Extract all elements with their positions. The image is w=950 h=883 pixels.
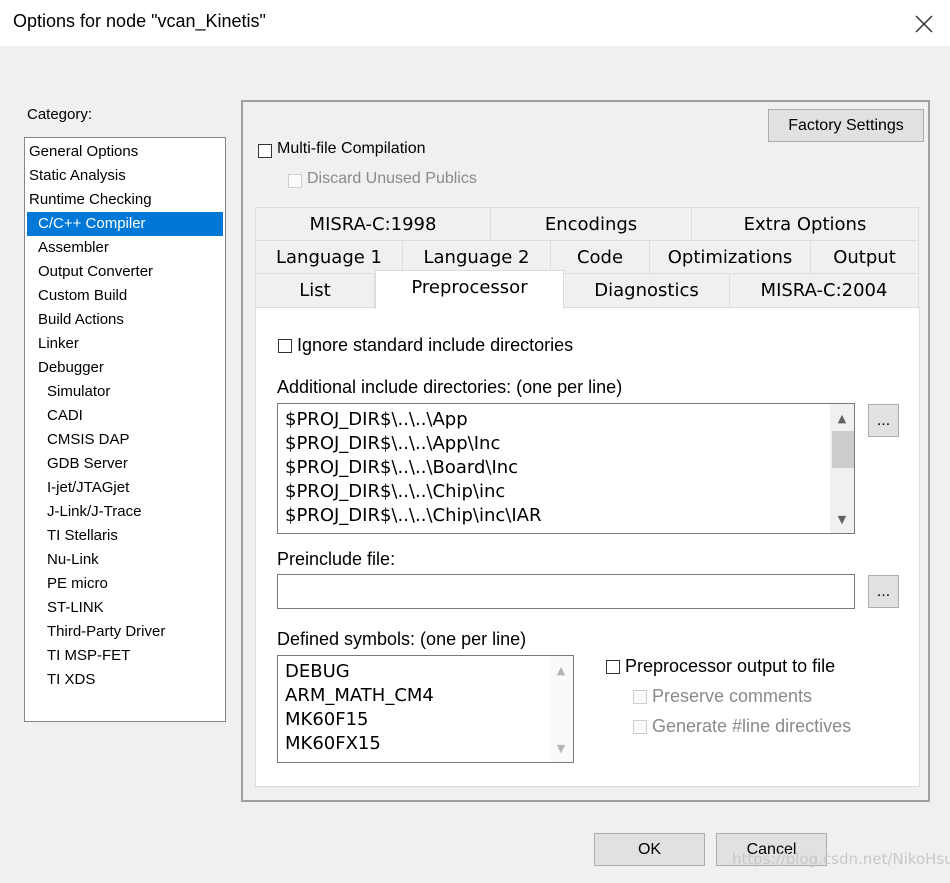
defined-symbol-line: MK60FX15: [285, 733, 381, 754]
factory-settings-button[interactable]: Factory Settings: [768, 109, 924, 142]
discard-unused-label: Discard Unused Publics: [307, 170, 477, 187]
category-item-cpp-compiler[interactable]: C/C++ Compiler: [27, 212, 223, 236]
defined-symbol-line: ARM_MATH_CM4: [285, 685, 434, 706]
watermark: https://blog.csdn.net/NikoHsu: [732, 850, 950, 868]
window-title: Options for node "vcan_Kinetis": [13, 11, 266, 31]
tab-extra-options[interactable]: Extra Options: [692, 207, 919, 241]
preserve-comments-checkbox[interactable]: [633, 690, 647, 704]
pp-output-checkbox[interactable]: [606, 660, 620, 674]
multi-file-label: Multi-file Compilation: [277, 140, 426, 157]
pp-output-label: Preprocessor output to file: [625, 656, 836, 676]
generate-line-label: Generate #line directives: [652, 716, 852, 736]
category-item-general-options[interactable]: General Options: [25, 140, 138, 164]
category-item-assembler[interactable]: Assembler: [34, 236, 109, 260]
include-dir-line: $PROJ_DIR$\..\..\Chip\inc: [285, 481, 506, 502]
category-item-cmsis-dap[interactable]: CMSIS DAP: [43, 428, 130, 452]
category-item-st-link[interactable]: ST-LINK: [43, 596, 104, 620]
ok-button[interactable]: OK: [594, 833, 705, 866]
category-item-debugger[interactable]: Debugger: [34, 356, 104, 380]
preserve-comments-label: Preserve comments: [652, 686, 813, 706]
generate-line-checkbox[interactable]: [633, 720, 647, 734]
scroll-down-icon[interactable]: ▼: [549, 738, 573, 758]
category-item-ijet[interactable]: I-jet/JTAGjet: [43, 476, 129, 500]
tab-optimizations[interactable]: Optimizations: [650, 241, 811, 274]
defined-symbols-listbox[interactable]: DEBUG ARM_MATH_CM4 MK60F15 MK60FX15 ▲ ▼: [277, 655, 574, 763]
defined-symbols-label: Defined symbols: (one per line): [277, 629, 527, 649]
include-dir-line: $PROJ_DIR$\..\..\Board\Inc: [285, 457, 519, 478]
category-list[interactable]: General Options Static Analysis Runtime …: [24, 137, 226, 722]
category-item-ti-msp-fet[interactable]: TI MSP-FET: [43, 644, 130, 668]
category-label: Category:: [27, 106, 93, 123]
tab-code[interactable]: Code: [551, 241, 650, 274]
discard-unused-checkbox[interactable]: [288, 174, 302, 188]
defined-symbol-line: MK60F15: [285, 709, 369, 730]
category-item-pe-micro[interactable]: PE micro: [43, 572, 108, 596]
category-item-build-actions[interactable]: Build Actions: [34, 308, 124, 332]
additional-include-label: Additional include directories: (one per…: [277, 377, 623, 397]
tab-list[interactable]: List: [255, 274, 375, 308]
scroll-thumb[interactable]: [832, 431, 854, 468]
include-dir-line: $PROJ_DIR$\..\..\App\Inc: [285, 433, 501, 454]
category-item-ti-xds[interactable]: TI XDS: [43, 668, 95, 692]
multi-file-checkbox[interactable]: [258, 144, 272, 158]
category-item-cadi[interactable]: CADI: [43, 404, 83, 428]
include-dirs-listbox[interactable]: $PROJ_DIR$\..\..\App $PROJ_DIR$\..\..\Ap…: [277, 403, 855, 534]
category-item-output-converter[interactable]: Output Converter: [34, 260, 153, 284]
category-item-static-analysis[interactable]: Static Analysis: [25, 164, 126, 188]
category-item-jlink[interactable]: J-Link/J-Trace: [43, 500, 141, 524]
defined-symbol-line: DEBUG: [285, 661, 350, 682]
category-item-third-party-driver[interactable]: Third-Party Driver: [43, 620, 165, 644]
category-item-gdb-server[interactable]: GDB Server: [43, 452, 128, 476]
tab-misra-2004[interactable]: MISRA-C:2004: [730, 274, 919, 308]
scroll-down-icon[interactable]: ▼: [830, 509, 854, 529]
tab-misra-1998[interactable]: MISRA-C:1998: [255, 207, 491, 241]
include-dirs-scrollbar[interactable]: ▲ ▼: [830, 404, 854, 533]
category-item-nu-link[interactable]: Nu-Link: [43, 548, 99, 572]
ignore-std-label: Ignore standard include directories: [297, 335, 574, 355]
category-item-linker[interactable]: Linker: [34, 332, 79, 356]
category-item-runtime-checking[interactable]: Runtime Checking: [25, 188, 152, 212]
close-icon[interactable]: [913, 13, 935, 35]
category-item-ti-stellaris[interactable]: TI Stellaris: [43, 524, 118, 548]
preinclude-input[interactable]: [277, 574, 855, 609]
include-dirs-browse-button[interactable]: ...: [868, 404, 899, 437]
category-item-custom-build[interactable]: Custom Build: [34, 284, 127, 308]
include-dir-line: $PROJ_DIR$\..\..\App: [285, 409, 468, 430]
tab-diagnostics[interactable]: Diagnostics: [564, 274, 730, 308]
preinclude-label: Preinclude file:: [277, 549, 396, 569]
tab-encodings[interactable]: Encodings: [491, 207, 692, 241]
preinclude-browse-button[interactable]: ...: [868, 575, 899, 608]
include-dir-line: $PROJ_DIR$\..\..\Chip\inc\IAR: [285, 505, 542, 526]
tab-preprocessor[interactable]: Preprocessor: [375, 270, 564, 309]
category-item-simulator[interactable]: Simulator: [43, 380, 110, 404]
tab-output[interactable]: Output: [811, 241, 919, 274]
defined-symbols-scrollbar[interactable]: ▲ ▼: [549, 656, 573, 762]
scroll-up-icon[interactable]: ▲: [830, 408, 854, 428]
ignore-std-checkbox[interactable]: [278, 339, 292, 353]
scroll-up-icon[interactable]: ▲: [549, 660, 573, 680]
